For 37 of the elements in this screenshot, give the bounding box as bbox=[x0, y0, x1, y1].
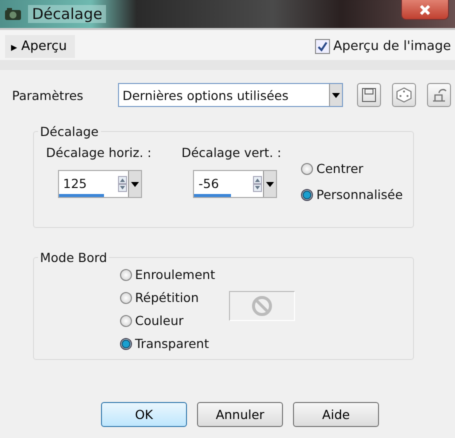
dice-icon bbox=[396, 87, 412, 103]
presets-label: Paramètres bbox=[12, 88, 84, 102]
reset-button[interactable] bbox=[427, 83, 451, 107]
caret-icon bbox=[332, 92, 340, 98]
radio-option[interactable]: Couleur bbox=[120, 313, 216, 328]
random-button[interactable] bbox=[392, 83, 416, 107]
save-button[interactable] bbox=[357, 83, 382, 107]
group-title: Mode Bord bbox=[39, 250, 108, 265]
close-button[interactable] bbox=[401, 0, 449, 20]
spinner-label: Décalage vert. : bbox=[181, 145, 282, 160]
preview-toggle[interactable]: ▶ Aperçu bbox=[5, 34, 75, 58]
checkbox-label: Aperçu de l'image bbox=[333, 38, 451, 54]
checkbox[interactable] bbox=[315, 38, 330, 54]
floppy-icon bbox=[361, 87, 378, 103]
color-swatch[interactable] bbox=[229, 291, 296, 321]
radio-option[interactable]: Enroulement bbox=[120, 267, 216, 282]
radio-option[interactable]: Répétition bbox=[120, 290, 216, 305]
caret-icon[interactable] bbox=[131, 182, 139, 186]
spin-arrows-icon[interactable] bbox=[253, 176, 262, 192]
reset-icon bbox=[430, 87, 448, 103]
window-title: Décalage bbox=[28, 5, 106, 23]
dialog-button[interactable]: Aide bbox=[293, 402, 379, 427]
camera-icon bbox=[4, 7, 22, 21]
radio-option[interactable]: Transparent bbox=[120, 336, 216, 351]
radio-option[interactable]: Centrer bbox=[301, 161, 403, 176]
dialog-button[interactable]: Annuler bbox=[197, 402, 283, 427]
caret-icon[interactable] bbox=[266, 182, 274, 186]
close-icon bbox=[419, 4, 431, 16]
spin-arrows-icon[interactable] bbox=[118, 176, 127, 192]
dialog-button[interactable]: OK bbox=[101, 402, 187, 427]
group-title: Décalage bbox=[39, 124, 100, 139]
radio-option[interactable]: Personnalisée bbox=[301, 187, 403, 202]
number-field[interactable]: 125 bbox=[58, 170, 142, 198]
no-sign-icon bbox=[251, 295, 274, 317]
number-field[interactable]: -56 bbox=[193, 170, 278, 198]
presets-dropdown[interactable]: Dernières options utilisées bbox=[118, 83, 344, 107]
spinner-label: Décalage horiz. : bbox=[46, 145, 152, 160]
